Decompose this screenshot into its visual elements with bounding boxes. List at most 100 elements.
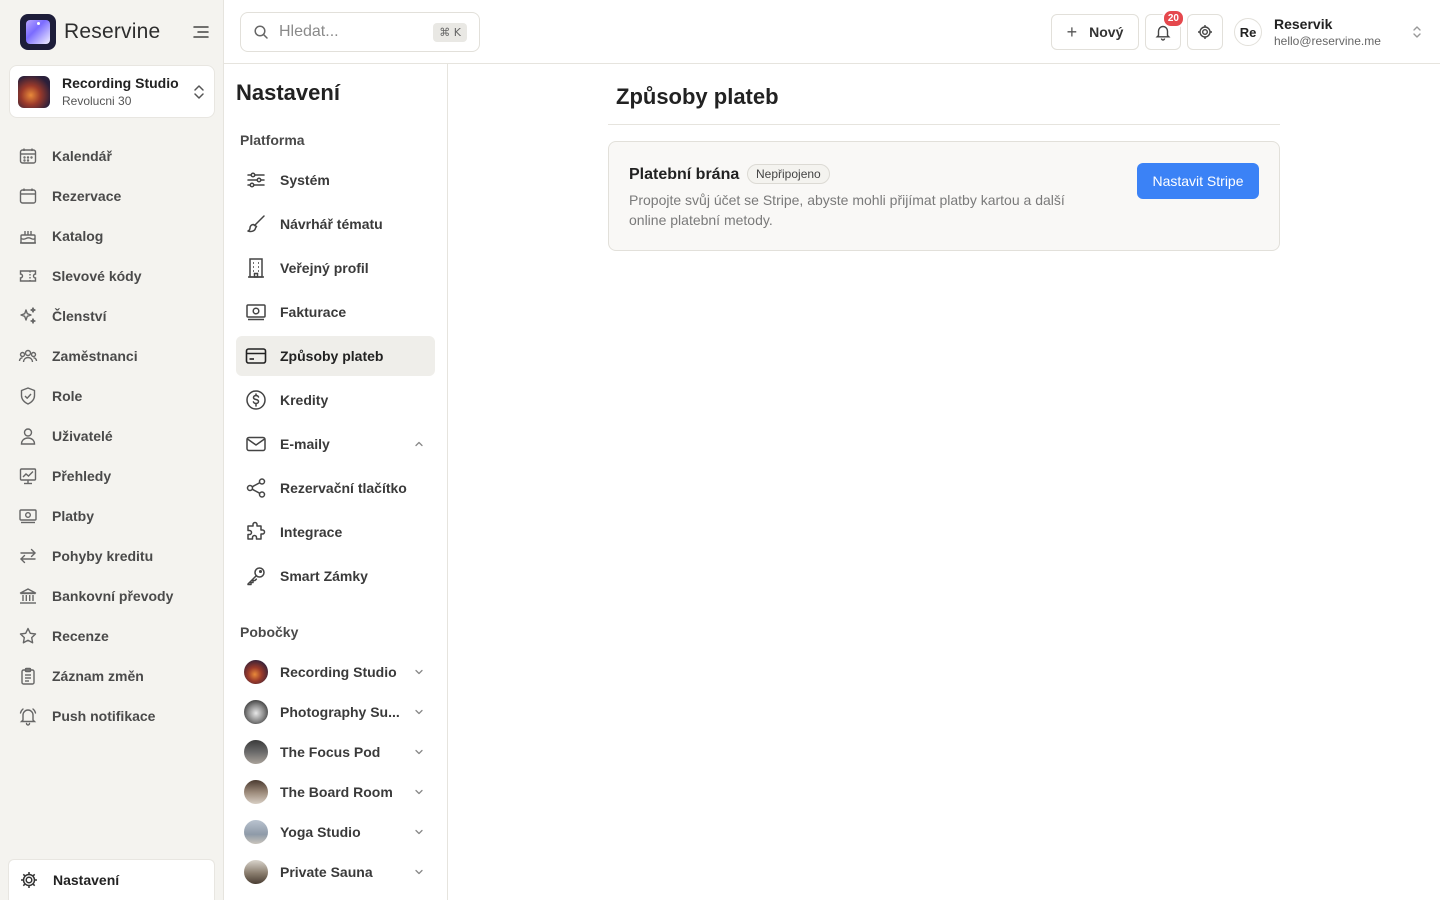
calendar-icon <box>19 148 37 164</box>
settings-item-integrations[interactable]: Integrace <box>236 512 435 552</box>
sidebar-item-label: Platby <box>52 508 95 524</box>
user-menu[interactable]: Re Reservik hello@reservine.me <box>1234 14 1424 50</box>
sidebar-item-push-notifications[interactable]: Push notifikace <box>0 696 224 736</box>
settings-item-booking-button[interactable]: Rezervační tlačítko <box>236 468 435 508</box>
notification-count-badge: 20 <box>1161 9 1185 28</box>
key-icon <box>247 567 265 586</box>
new-button[interactable]: + Nový <box>1051 14 1139 50</box>
sidebar-item-reports[interactable]: Přehledy <box>0 456 224 496</box>
sidebar-item-changelog[interactable]: Záznam změn <box>0 656 224 696</box>
settings-item-billing[interactable]: Fakturace <box>236 292 435 332</box>
studio-switcher[interactable]: Recording Studio Revolucni 30 <box>9 65 215 118</box>
branch-item-private-sauna[interactable]: Private Sauna <box>236 852 435 892</box>
star-icon <box>19 627 37 644</box>
branches-section-label: Pobočky <box>240 624 299 640</box>
search-box[interactable]: ⌘ K <box>240 12 480 52</box>
search-input[interactable] <box>279 23 419 41</box>
users-group-icon <box>18 349 38 363</box>
notifications-button[interactable]: 20 <box>1145 9 1185 50</box>
settings-item-label: Rezervační tlačítko <box>280 480 407 496</box>
sidebar-item-label: Recenze <box>52 628 109 644</box>
settings-item-system[interactable]: Systém <box>236 160 435 200</box>
settings-item-label: E-maily <box>280 436 330 452</box>
sidebar-item-label: Záznam změn <box>52 668 144 684</box>
settings-item-public-profile[interactable]: Veřejný profil <box>236 248 435 288</box>
credit-card-icon <box>245 348 267 364</box>
branch-label: Recording Studio <box>280 664 397 680</box>
avatar: Re <box>1234 18 1262 46</box>
settings-item-label: Způsoby plateb <box>280 348 384 364</box>
shield-check-icon <box>20 387 36 405</box>
studio-name: Recording Studio <box>62 75 179 91</box>
settings-item-theme-designer[interactable]: Návrhář tématu <box>236 204 435 244</box>
sidebar-item-calendar[interactable]: Kalendář <box>0 136 224 176</box>
settings-title: Nastavení <box>236 80 340 105</box>
sidebar-item-credit-movements[interactable]: Pohyby kreditu <box>0 536 224 576</box>
chevron-down-icon[interactable] <box>413 786 425 798</box>
banknote-icon <box>246 304 266 321</box>
chevron-down-icon[interactable] <box>413 666 425 678</box>
sidebar-item-discount-codes[interactable]: Slevové kódy <box>0 256 224 296</box>
studio-address: Revolucni 30 <box>62 94 132 108</box>
user-icon <box>20 428 36 445</box>
branch-item-recording-studio[interactable]: Recording Studio <box>236 652 435 692</box>
top-bar: ⌘ K + Nový 20 Re Reservik hello@reservin… <box>224 0 1440 64</box>
bell-alert-icon <box>19 708 37 726</box>
settings-item-credits[interactable]: Kredity <box>236 380 435 420</box>
settings-item-label: Fakturace <box>280 304 347 320</box>
ticket-icon <box>19 270 37 282</box>
user-name: Reservik <box>1274 16 1333 32</box>
chevron-down-icon[interactable] <box>413 746 425 758</box>
branch-item-the-board-room[interactable]: The Board Room <box>236 772 435 812</box>
branch-item-the-focus-pod[interactable]: The Focus Pod <box>236 732 435 772</box>
chevron-down-icon[interactable] <box>413 826 425 838</box>
sidebar-item-bank-transfers[interactable]: Bankovní převody <box>0 576 224 616</box>
brand[interactable]: Reservine <box>20 14 210 50</box>
sidebar-item-settings[interactable]: Nastavení <box>8 859 215 900</box>
sidebar-item-label: Členství <box>52 308 107 324</box>
sidebar-item-label: Push notifikace <box>52 708 156 724</box>
branch-label: The Board Room <box>280 784 393 800</box>
studio-thumbnail <box>18 75 50 108</box>
building-icon <box>248 258 264 278</box>
new-button-label: Nový <box>1089 24 1124 40</box>
sidebar-item-payments[interactable]: Platby <box>0 496 224 536</box>
envelope-icon <box>246 436 266 452</box>
chevron-up-icon[interactable] <box>413 438 425 450</box>
dollar-circle-icon <box>246 390 266 410</box>
sidebar-item-users[interactable]: Uživatelé <box>0 416 224 456</box>
platform-section-label: Platforma <box>240 132 305 148</box>
sidebar-item-catalog[interactable]: Katalog <box>0 216 224 256</box>
setup-stripe-button[interactable]: Nastavit Stripe <box>1137 163 1259 199</box>
settings-panel: Nastavení Platforma Systém Návrhář témat… <box>224 64 448 900</box>
branch-label: Yoga Studio <box>280 824 361 840</box>
sidebar-item-label: Bankovní převody <box>52 588 174 604</box>
sidebar-item-staff[interactable]: Zaměstnanci <box>0 336 224 376</box>
puzzle-piece-icon <box>247 521 266 540</box>
branch-item-yoga-studio[interactable]: Yoga Studio <box>236 812 435 852</box>
gear-icon <box>1198 25 1212 39</box>
user-email: hello@reservine.me <box>1274 34 1381 48</box>
settings-item-label: Kredity <box>280 392 329 408</box>
chevron-down-icon[interactable] <box>413 866 425 878</box>
sidebar-collapse-icon[interactable] <box>192 23 210 41</box>
settings-item-payment-methods[interactable]: Způsoby plateb <box>236 336 435 376</box>
chevron-up-down-icon <box>1413 26 1421 38</box>
sidebar-item-label: Nastavení <box>53 872 120 888</box>
settings-button[interactable] <box>1187 14 1223 50</box>
settings-item-smart-locks[interactable]: Smart Zámky <box>236 556 435 596</box>
gear-icon <box>21 872 37 888</box>
branch-label: Photography Su... <box>280 704 400 720</box>
title-divider <box>608 124 1280 125</box>
sidebar-item-reservations[interactable]: Rezervace <box>0 176 224 216</box>
search-icon <box>254 25 268 39</box>
banknote-icon <box>19 509 37 524</box>
chevron-up-down-icon <box>194 84 204 99</box>
branch-item-photography-studio[interactable]: Photography Su... <box>236 692 435 732</box>
sidebar-item-memberships[interactable]: Členství <box>0 296 224 336</box>
chevron-down-icon[interactable] <box>413 706 425 718</box>
sparkles-icon <box>20 307 36 324</box>
sidebar-item-reviews[interactable]: Recenze <box>0 616 224 656</box>
settings-item-emails[interactable]: E-maily <box>236 424 435 464</box>
sidebar-item-roles[interactable]: Role <box>0 376 224 416</box>
